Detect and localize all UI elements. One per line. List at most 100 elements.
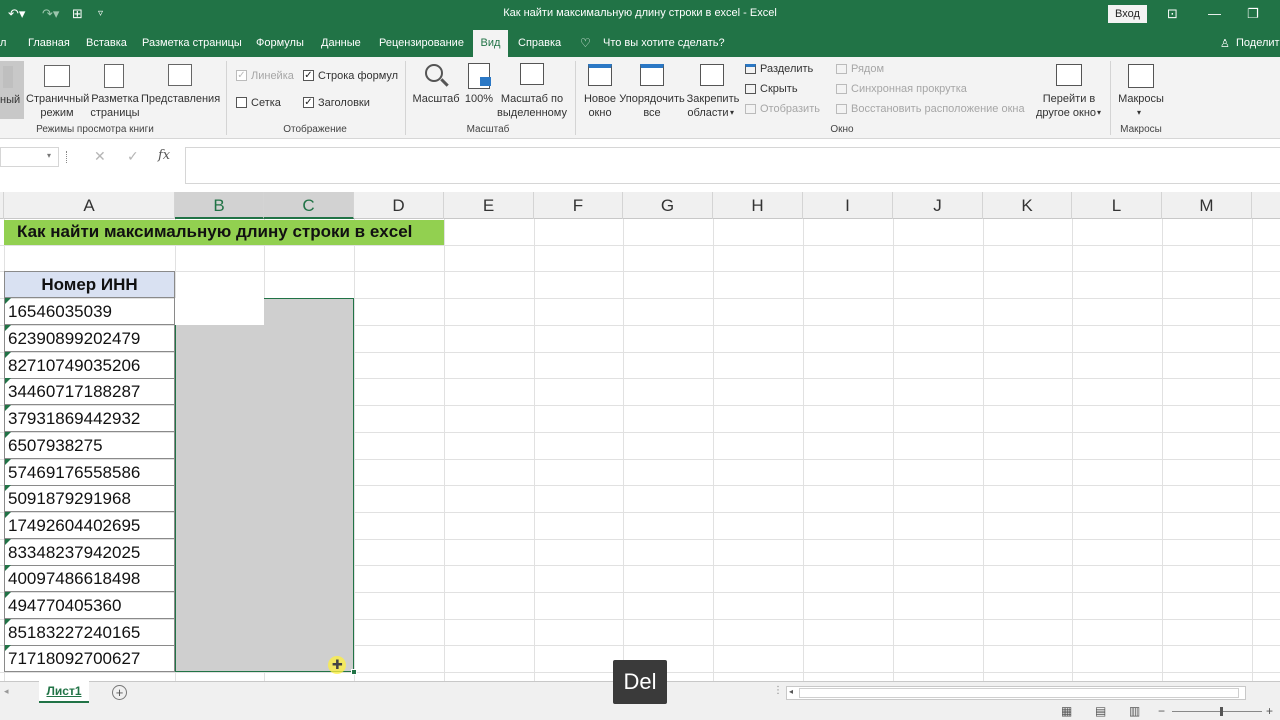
table-row[interactable]: 34460717188287 (4, 378, 175, 405)
column-header-k[interactable]: K (983, 192, 1072, 219)
page-break-status-icon[interactable]: ▥ (1129, 704, 1140, 718)
tab-page-layout[interactable]: Разметка страницы (142, 37, 242, 49)
column-header-j[interactable]: J (893, 192, 983, 219)
cancel-icon[interactable]: ✕ (94, 148, 106, 165)
tab-file-partial[interactable]: л (0, 37, 6, 49)
scroll-left-icon[interactable]: ◂ (789, 687, 793, 696)
column-header-f[interactable]: F (534, 192, 623, 219)
add-sheet-icon[interactable]: + (112, 685, 127, 700)
selected-range-b-c[interactable] (175, 298, 354, 672)
page-layout-label-1[interactable]: Разметка (90, 92, 140, 106)
new-window-label-2[interactable]: окно (580, 106, 620, 120)
sheet-tab[interactable]: Лист1 (39, 681, 89, 703)
freeze-panes-icon[interactable] (700, 64, 724, 86)
column-header-n-partial[interactable] (1252, 192, 1280, 219)
table-row[interactable]: 37931869442932 (4, 405, 175, 432)
arrange-all-label-2[interactable]: все (617, 106, 687, 120)
freeze-panes-label-2[interactable]: области (685, 106, 731, 120)
column-header-i[interactable]: I (803, 192, 893, 219)
tell-me-box[interactable]: Что вы хотите сделать? (603, 37, 725, 49)
column-header-a[interactable]: A (4, 192, 175, 219)
active-cell-b[interactable] (175, 298, 264, 325)
new-window-label-1[interactable]: Новое (580, 92, 620, 106)
name-box-dropdown-icon[interactable]: ▾ (47, 151, 51, 160)
sync-scroll-button[interactable]: Синхронная прокрутка (851, 82, 967, 96)
column-header-l[interactable]: L (1072, 192, 1162, 219)
table-row[interactable]: 494770405360 (4, 592, 175, 619)
tab-formulas[interactable]: Формулы (256, 37, 304, 49)
new-window-icon[interactable] (588, 64, 612, 86)
signin-button[interactable]: Вход (1108, 5, 1147, 23)
column-header-h[interactable]: H (713, 192, 803, 219)
table-row[interactable]: 57469176558586 (4, 459, 175, 486)
zoom-slider-thumb[interactable] (1220, 707, 1223, 716)
column-header-b[interactable]: B (175, 192, 264, 219)
tab-view[interactable]: Вид (473, 30, 508, 57)
resize-grip[interactable] (66, 151, 68, 163)
page-break-preview-icon[interactable] (44, 65, 70, 87)
table-row[interactable]: 5091879291968 (4, 485, 175, 512)
zoom-label[interactable]: Масштаб (411, 92, 461, 106)
unhide-button[interactable]: Отобразить (760, 102, 820, 116)
ribbon-display-icon[interactable]: ⊡ (1167, 6, 1178, 22)
arrange-all-icon[interactable] (640, 64, 664, 86)
freeze-panes-label-1[interactable]: Закрепить (685, 92, 741, 106)
insert-function-icon[interactable]: fx (158, 148, 170, 163)
table-row[interactable]: 40097486618498 (4, 565, 175, 592)
reset-position-button[interactable]: Восстановить расположение окна (851, 102, 1025, 116)
normal-view-status-icon[interactable]: ▦ (1061, 704, 1072, 718)
headings-checkbox[interactable]: ✓ (303, 97, 314, 108)
column-header-e[interactable]: E (444, 192, 534, 219)
switch-dropdown-icon[interactable]: ▾ (1097, 106, 1101, 120)
horizontal-scrollbar[interactable]: ◂ (786, 686, 1246, 700)
freeze-dropdown-icon[interactable]: ▾ (730, 106, 734, 120)
page-layout-status-icon[interactable]: ▤ (1095, 704, 1106, 718)
tab-insert[interactable]: Вставка (86, 37, 127, 49)
formula-input[interactable] (185, 147, 1280, 184)
table-row[interactable]: 16546035039 (4, 298, 175, 325)
name-box[interactable]: ▾ (0, 147, 59, 167)
table-row[interactable]: 82710749035206 (4, 352, 175, 379)
macros-label[interactable]: Макросы (1113, 92, 1169, 106)
split-button[interactable]: Разделить (760, 62, 813, 76)
worksheet-grid[interactable]: Как найти максимальную длину строки в ex… (0, 219, 1280, 681)
ruler-checkbox[interactable]: ✓ (236, 70, 247, 81)
minimize-icon[interactable]: — (1208, 6, 1221, 22)
share-button[interactable]: Поделит (1236, 37, 1280, 49)
table-row[interactable]: 85183227240165 (4, 619, 175, 646)
table-row[interactable]: 71718092700627 (4, 645, 175, 672)
custom-views-label[interactable]: Представления (141, 92, 220, 106)
column-header-d[interactable]: D (354, 192, 444, 219)
column-header-m[interactable]: M (1162, 192, 1252, 219)
page-layout-icon[interactable] (104, 64, 124, 88)
formula-bar-checkbox[interactable]: ✓ (303, 70, 314, 81)
page-break-label-1[interactable]: Страничный (26, 92, 89, 106)
macros-dropdown-icon[interactable]: ▾ (1137, 106, 1141, 120)
gridlines-checkbox[interactable] (236, 97, 247, 108)
header-cell-inn[interactable]: Номер ИНН (4, 271, 175, 298)
zoom-100-label[interactable]: 100% (463, 92, 495, 106)
zoom-selection-icon[interactable] (520, 63, 544, 85)
title-banner-cell[interactable]: Как найти максимальную длину строки в ex… (4, 220, 444, 245)
table-row[interactable]: 83348237942025 (4, 539, 175, 566)
table-row[interactable]: 62390899202479 (4, 325, 175, 352)
zoom-selection-label-1[interactable]: Масштаб по (497, 92, 567, 106)
tab-data[interactable]: Данные (321, 37, 361, 49)
hide-button[interactable]: Скрыть (760, 82, 798, 96)
switch-windows-icon[interactable] (1056, 64, 1082, 86)
restore-icon[interactable]: ❐ (1247, 6, 1259, 22)
custom-views-icon[interactable] (168, 64, 192, 86)
fill-handle[interactable] (351, 669, 357, 675)
zoom-in-icon[interactable]: + (1266, 704, 1273, 718)
view-side-by-side-button[interactable]: Рядом (851, 62, 884, 76)
tab-home[interactable]: Главная (28, 37, 70, 49)
switch-windows-label-1[interactable]: Перейти в (1033, 92, 1105, 106)
tab-review[interactable]: Рецензирование (379, 37, 464, 49)
arrange-all-label-1[interactable]: Упорядочить (617, 92, 687, 106)
column-header-c[interactable]: C (264, 192, 354, 219)
tab-help[interactable]: Справка (518, 37, 561, 49)
scroll-tabs-icon[interactable]: ◂ (4, 686, 9, 697)
enter-icon[interactable]: ✓ (127, 148, 139, 165)
zoom-selection-label-2[interactable]: выделенному (497, 106, 567, 120)
switch-windows-label-2[interactable]: другое окно (1033, 106, 1099, 120)
